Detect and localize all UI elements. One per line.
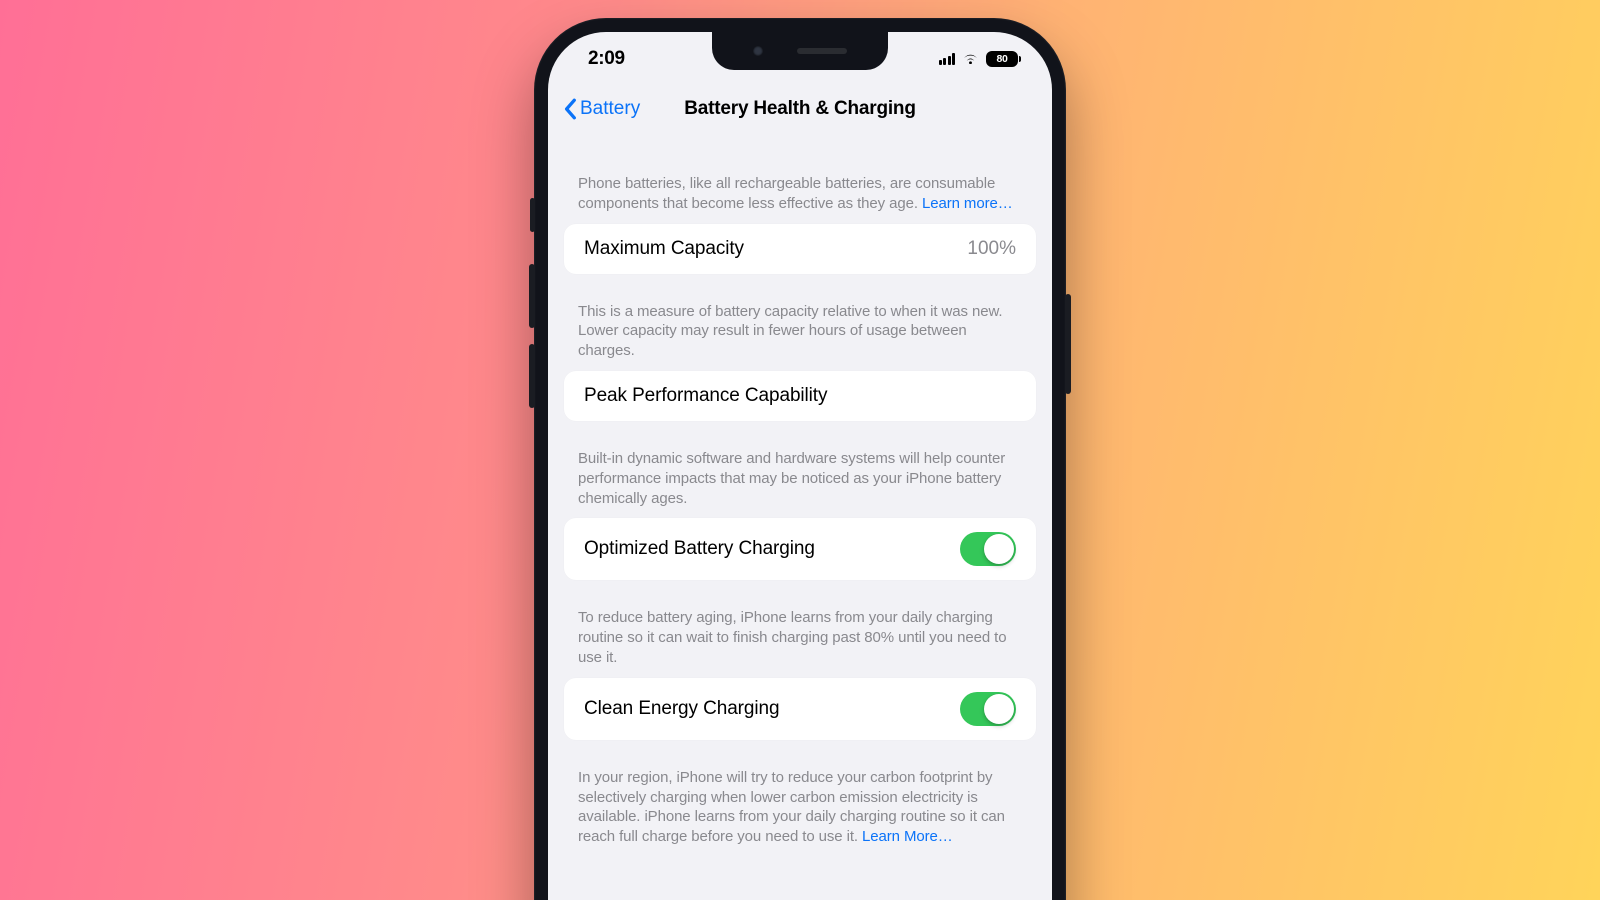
learn-more-link[interactable]: Learn more…: [922, 195, 1013, 212]
optimized-charging-toggle[interactable]: [960, 532, 1016, 566]
volume-down-button: [529, 344, 535, 408]
maximum-capacity-label: Maximum Capacity: [584, 238, 744, 260]
front-camera: [753, 46, 763, 56]
nav-back-button[interactable]: Battery: [564, 98, 640, 120]
maximum-capacity-cell[interactable]: Maximum Capacity 100%: [564, 224, 1036, 274]
peak-footer: Built-in dynamic software and hardware s…: [564, 421, 1036, 518]
peak-performance-label: Peak Performance Capability: [584, 385, 827, 407]
clean-energy-toggle[interactable]: [960, 692, 1016, 726]
capacity-footer: This is a measure of battery capacity re…: [564, 274, 1036, 371]
clean-energy-cell: Clean Energy Charging: [564, 678, 1036, 740]
page-title: Battery Health & Charging: [684, 98, 915, 120]
nav-bar: Battery Battery Health & Charging: [548, 86, 1052, 132]
clean-energy-label: Clean Energy Charging: [584, 698, 779, 720]
mute-switch: [530, 198, 535, 232]
battery-indicator: 80: [986, 51, 1018, 67]
notch: [712, 32, 888, 70]
settings-content: Phone batteries, like all rechargeable b…: [548, 132, 1052, 897]
phone-mockup: 2:09 80 Battery: [534, 18, 1066, 900]
chevron-left-icon: [564, 98, 578, 120]
volume-up-button: [529, 264, 535, 328]
status-right-cluster: 80: [939, 51, 1019, 67]
optimized-footer: To reduce battery aging, iPhone learns f…: [564, 580, 1036, 677]
optimized-charging-label: Optimized Battery Charging: [584, 538, 815, 560]
battery-percent: 80: [996, 53, 1007, 65]
clean-learn-more-link[interactable]: Learn More…: [862, 828, 953, 845]
earpiece-speaker: [797, 48, 847, 54]
maximum-capacity-value: 100%: [967, 238, 1016, 260]
power-button: [1065, 294, 1071, 394]
peak-performance-cell[interactable]: Peak Performance Capability: [564, 371, 1036, 421]
clean-footer: In your region, iPhone will try to reduc…: [564, 740, 1036, 857]
status-time: 2:09: [588, 48, 625, 70]
optimized-charging-cell: Optimized Battery Charging: [564, 518, 1036, 580]
gradient-stage: 2:09 80 Battery: [0, 0, 1600, 900]
wifi-icon: [962, 53, 979, 66]
phone-screen: 2:09 80 Battery: [548, 32, 1052, 900]
intro-description: Phone batteries, like all rechargeable b…: [564, 132, 1036, 224]
cellular-signal-icon: [939, 53, 956, 65]
nav-back-label: Battery: [580, 98, 640, 120]
